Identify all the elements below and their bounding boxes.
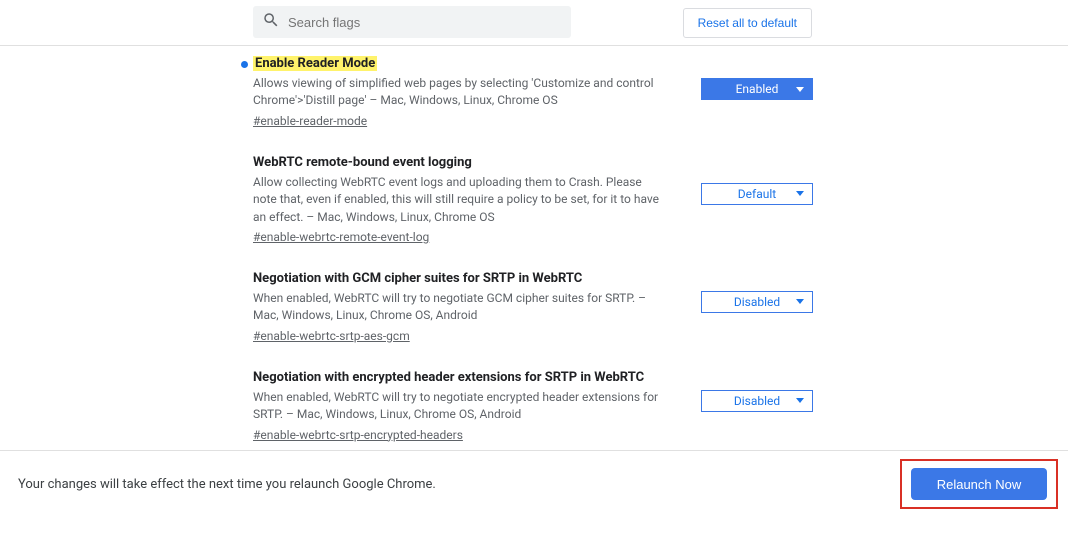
changed-dot <box>241 61 248 68</box>
chevron-down-icon <box>796 398 804 403</box>
footer-bar: Your changes will take effect the next t… <box>0 450 1068 517</box>
flag-description: Allow collecting WebRTC event logs and u… <box>253 174 668 226</box>
flag-select[interactable]: Disabled <box>701 390 813 412</box>
search-icon <box>262 11 280 33</box>
flag-select[interactable]: Enabled <box>701 78 813 100</box>
header-bar: Reset all to default <box>0 0 1068 46</box>
flag-description: Allows viewing of simplified web pages b… <box>253 75 668 110</box>
flag-hash-link[interactable]: #enable-webrtc-srtp-aes-gcm <box>253 329 410 343</box>
flag-item: Enable Reader Mode Allows viewing of simp… <box>253 56 813 129</box>
flag-select[interactable]: Default <box>701 183 813 205</box>
chevron-down-icon <box>796 299 804 304</box>
flag-hash-link[interactable]: #enable-webrtc-srtp-encrypted-headers <box>253 428 463 442</box>
flag-select-value: Disabled <box>734 295 780 309</box>
flag-title: WebRTC remote-bound event logging <box>253 155 472 170</box>
reset-all-button[interactable]: Reset all to default <box>683 8 812 38</box>
flag-item: WebRTC remote-bound event logging Allow c… <box>253 155 813 245</box>
footer-message: Your changes will take effect the next t… <box>18 477 436 492</box>
chevron-down-icon <box>796 87 804 92</box>
relaunch-highlight-box: Relaunch Now <box>900 459 1058 509</box>
search-input[interactable] <box>288 15 562 30</box>
flag-body: Enable Reader Mode Allows viewing of simp… <box>253 56 668 129</box>
flag-description: When enabled, WebRTC will try to negotia… <box>253 389 668 424</box>
chevron-down-icon <box>796 191 804 196</box>
flag-title: Enable Reader Mode <box>253 56 377 71</box>
flag-body: Negotiation with GCM cipher suites for S… <box>253 271 668 344</box>
flag-body: WebRTC remote-bound event logging Allow c… <box>253 155 668 245</box>
flag-select[interactable]: Disabled <box>701 291 813 313</box>
flag-select-value: Default <box>738 187 776 201</box>
flag-hash-link[interactable]: #enable-webrtc-remote-event-log <box>253 230 429 244</box>
flag-title: Negotiation with GCM cipher suites for S… <box>253 271 582 286</box>
search-box[interactable] <box>253 6 571 38</box>
flag-select-value: Enabled <box>736 82 779 96</box>
flag-select-value: Disabled <box>734 394 780 408</box>
flag-description: When enabled, WebRTC will try to negotia… <box>253 290 668 325</box>
flag-body: Negotiation with encrypted header extens… <box>253 370 668 443</box>
flag-title: Negotiation with encrypted header extens… <box>253 370 644 385</box>
flag-item: Negotiation with encrypted header extens… <box>253 370 813 443</box>
relaunch-button[interactable]: Relaunch Now <box>911 468 1047 500</box>
flag-hash-link[interactable]: #enable-reader-mode <box>253 114 367 128</box>
flag-item: Negotiation with GCM cipher suites for S… <box>253 271 813 344</box>
